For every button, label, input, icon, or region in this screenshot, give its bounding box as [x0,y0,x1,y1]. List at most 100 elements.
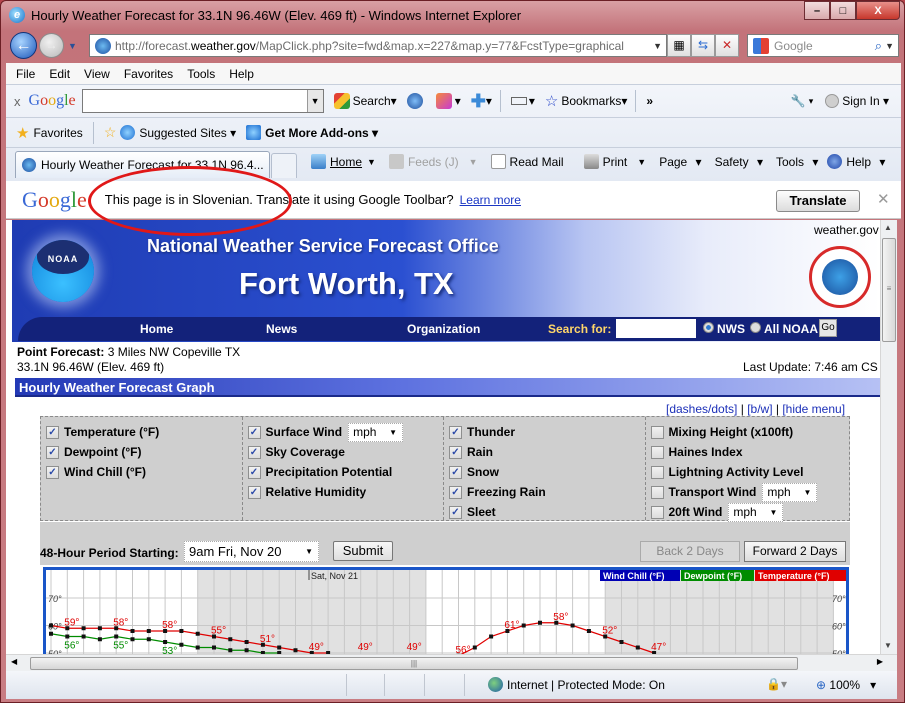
feeds-button[interactable]: Feeds (J) [388,154,464,169]
bw-link[interactable]: [b/w] [747,402,772,416]
google-toolbar-close-button[interactable]: x [14,94,21,109]
home-dropdown[interactable]: ▼ [367,157,376,167]
menu-help[interactable]: Help [229,67,254,81]
print-dropdown[interactable]: ▼ [637,157,646,167]
get-more-addons-link[interactable]: Get More Add-ons ▾ [265,126,378,140]
vertical-scrollbar[interactable]: ▲ ≡ ▼ [880,220,897,654]
option-sleet[interactable]: ✓ Sleet [449,502,645,522]
globe-button[interactable] [406,93,426,109]
option-transport-wind[interactable]: Transport Wind mph [650,482,850,502]
option-mixing-height-x100ft[interactable]: Mixing Height (x100ft) [650,422,850,442]
suggested-sites-link[interactable]: Suggested Sites ▾ [139,126,236,140]
option-20ft-wind[interactable]: 20ft Wind mph [650,502,850,522]
page-menu[interactable]: Page ▾ [659,155,701,169]
checkbox-checked[interactable]: ✓ [46,445,59,459]
option-dewpoint-f[interactable]: ✓ Dewpoint (°F) [46,442,242,462]
google-search-button[interactable]: Search ▾ [333,93,397,109]
new-tab-button[interactable] [271,153,297,178]
safety-menu[interactable]: Safety ▾ [715,155,763,169]
radio-all-noaa[interactable] [750,322,761,333]
scroll-right-icon[interactable]: ▶ [877,657,883,666]
option-sky-coverage[interactable]: ✓ Sky Coverage [247,442,444,462]
checkbox-checked[interactable]: ✓ [247,425,261,439]
horizontal-scrollbar[interactable]: ◀ ||| ▶ [6,654,897,671]
help-menu[interactable]: Help ▾ [827,154,885,169]
checkbox-unchecked[interactable] [650,445,664,459]
checkbox-unchecked[interactable] [650,425,664,439]
checkbox-checked[interactable]: ✓ [449,465,462,479]
unit-select[interactable]: mph [348,422,404,442]
read-mail-button[interactable]: Read Mail [490,154,569,169]
search-icon[interactable]: ⌕ [875,38,882,54]
radio-nws[interactable] [703,322,714,333]
lock-icon[interactable]: 🔒▾ [766,677,787,691]
menu-file[interactable]: File [16,67,35,81]
recent-pages-dropdown[interactable]: ▼ [68,41,77,51]
nav-news[interactable]: News [266,322,297,336]
zoom-level[interactable]: ⊕ 100% ▾ [816,678,876,692]
period-select[interactable]: 9am Fri, Nov 20 [184,541,319,562]
option-wind-chill-f[interactable]: ✓ Wind Chill (°F) [46,462,242,482]
maximize-button[interactable]: □ [830,1,856,20]
checkbox-checked[interactable]: ✓ [449,505,462,519]
stop-button[interactable]: ✕ [715,34,739,57]
option-rain[interactable]: ✓ Rain [449,442,645,462]
forward-button[interactable]: → [39,33,64,58]
checkbox-checked[interactable]: ✓ [247,485,261,499]
option-temperature-f[interactable]: ✓ Temperature (°F) [46,422,242,442]
add-favorite-icon[interactable]: ☆ [104,124,117,141]
option-relative-humidity[interactable]: ✓ Relative Humidity [247,482,444,502]
chevron-down-icon[interactable]: ▼ [306,90,323,112]
bookmarks-button[interactable]: ☆ Bookmarks ▾ [545,92,628,110]
close-button[interactable]: X [856,1,900,20]
hide-menu-link[interactable]: [hide menu] [782,402,845,416]
checkbox-checked[interactable]: ✓ [247,465,261,479]
option-surface-wind[interactable]: ✓ Surface Wind mph [247,422,444,442]
tools-menu[interactable]: Tools ▾ [776,155,818,169]
menu-tools[interactable]: Tools [187,67,215,81]
home-button[interactable]: Home [311,154,362,169]
nav-home[interactable]: Home [140,322,173,336]
address-bar[interactable]: http://forecast. weather.gov/MapClick.php… [89,34,667,57]
checkbox-unchecked[interactable] [650,485,664,499]
address-dropdown-icon[interactable]: ▼ [653,41,662,51]
learn-more-link[interactable]: Learn more [460,193,521,207]
fill-form-button[interactable]: ▾ [510,94,535,108]
wrench-icon[interactable]: 🔧 [791,94,806,108]
tab-active[interactable]: Hourly Weather Forecast for 33.1N 96.4..… [15,151,270,178]
print-button[interactable]: Print [583,154,633,169]
option-lightning-activity-level[interactable]: Lightning Activity Level [650,462,850,482]
back-button[interactable]: ← [10,32,37,59]
search-provider-dropdown-icon[interactable]: ▼ [885,41,894,51]
google-toolbar-search-input[interactable]: ▼ [81,89,324,113]
back-2-days-button[interactable]: Back 2 Days [640,541,740,562]
compatibility-view-button[interactable]: ▦ [667,34,691,57]
sign-in-button[interactable]: Sign In ▾ [825,94,889,108]
unit-select[interactable]: mph [762,482,818,502]
add-button[interactable]: ✚ ▾ [471,91,492,112]
highlight-button[interactable]: ▾ [435,93,461,109]
scroll-left-icon[interactable]: ◀ [11,657,17,666]
option-precipitation-potential[interactable]: ✓ Precipitation Potential [247,462,444,482]
search-box[interactable]: Google ⌕ ▼ [747,34,899,57]
more-button[interactable]: » [646,94,653,108]
minimize-button[interactable]: – [804,1,830,20]
checkbox-checked[interactable]: ✓ [247,445,261,459]
translate-button[interactable]: Translate [776,190,860,212]
option-freezing-rain[interactable]: ✓ Freezing Rain [449,482,645,502]
unit-select[interactable]: mph [728,502,784,522]
checkbox-checked[interactable]: ✓ [449,425,462,439]
go-button[interactable]: Go [819,319,837,337]
dashes-dots-link[interactable]: [dashes/dots] [666,402,737,416]
scroll-down-icon[interactable]: ▼ [884,641,892,650]
feeds-dropdown[interactable]: ▼ [469,157,478,167]
submit-button[interactable]: Submit [333,541,393,561]
menu-view[interactable]: View [84,67,110,81]
weather-gov-link[interactable]: weather.gov [814,223,879,237]
checkbox-checked[interactable]: ✓ [449,445,462,459]
security-zone[interactable]: Internet | Protected Mode: On [507,678,665,692]
checkbox-checked[interactable]: ✓ [46,465,59,479]
site-search-input[interactable] [616,319,696,338]
nav-organization[interactable]: Organization [407,322,480,336]
vertical-scroll-thumb[interactable]: ≡ [882,238,896,342]
